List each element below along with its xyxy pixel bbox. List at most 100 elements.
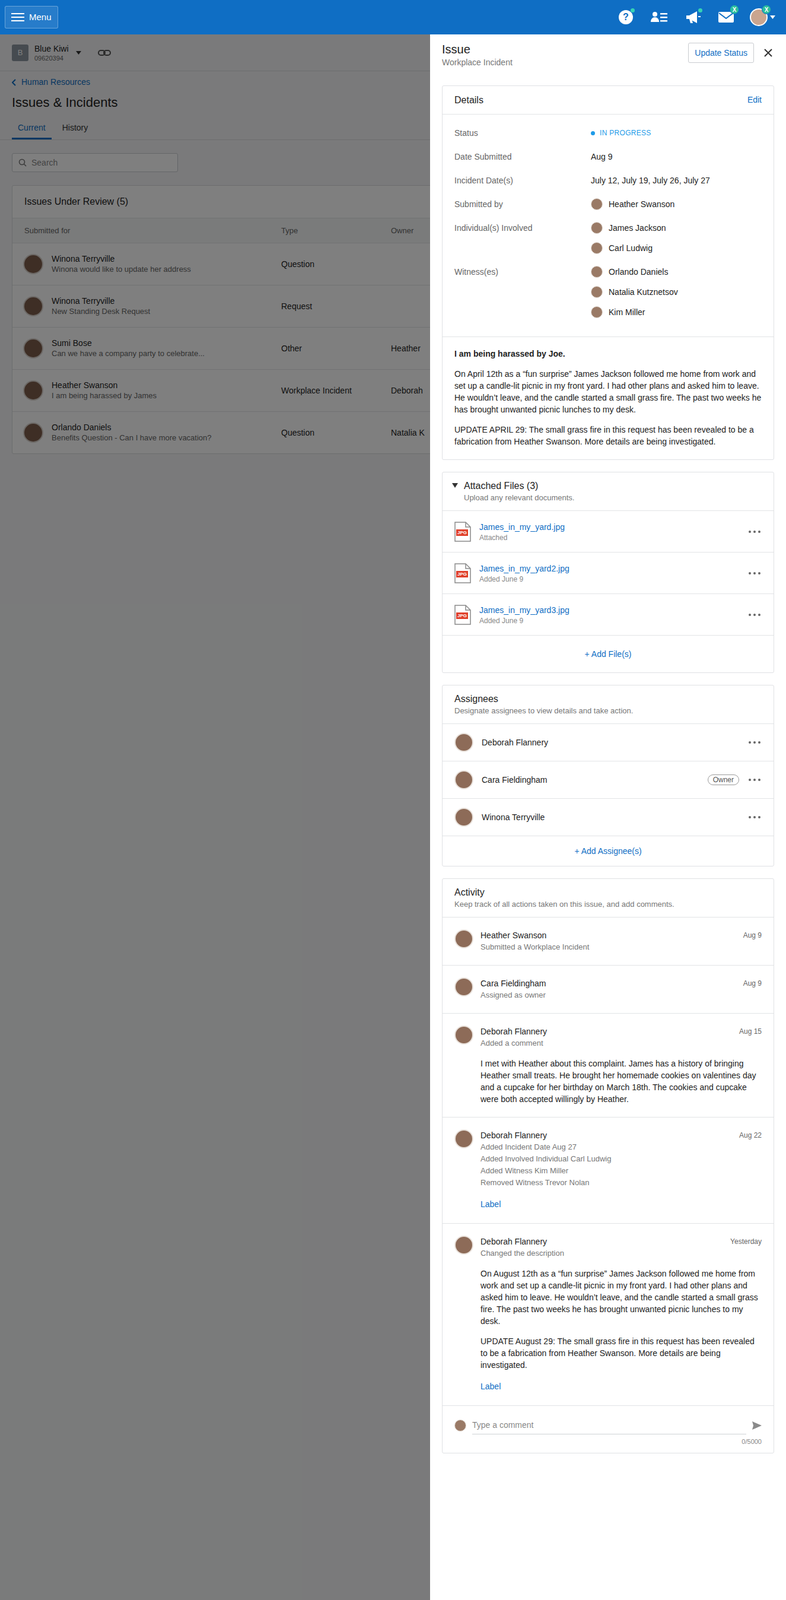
detail-row: StatusIN PROGRESS [454, 122, 762, 143]
send-icon[interactable] [752, 1420, 762, 1430]
notification-dot [630, 8, 635, 13]
detail-label-cell: Status [454, 122, 591, 143]
panel-title: Issue [441, 41, 513, 57]
detail-row: Date Submitted Aug 9 [454, 146, 762, 167]
detail-label-cell: Witness(es) [454, 261, 591, 282]
activity-item: Cara FieldinghamAug 9Assigned as owner [442, 964, 774, 1013]
activity-author: Deborah Flannery [480, 1025, 547, 1037]
more-icon[interactable] [747, 815, 762, 819]
help-glyph: ? [618, 10, 633, 25]
jpg-file-icon: JPG [454, 521, 472, 542]
attached-files-card: Attached Files (3)Upload any relevant do… [441, 471, 775, 673]
activity-top: Deborah Flannery Aug 15 [480, 1025, 762, 1037]
megaphone-icon [684, 10, 702, 25]
help-button[interactable]: ? [616, 8, 635, 27]
panel-subtitle: Workplace Incident [441, 56, 513, 68]
file-row: JPG James_in_my_yard.jpgAttached [442, 510, 774, 553]
activity-line: Added Incident Date Aug 27 [480, 1140, 762, 1153]
detail-value: Orlando DanielsNatalia KutznetsovKim Mil… [590, 261, 762, 323]
detail-label: Date Submitted [454, 150, 512, 164]
comment-input[interactable] [472, 1415, 747, 1434]
avatar [454, 1235, 474, 1255]
edit-button[interactable]: Edit [747, 93, 762, 107]
hamburger-icon [11, 12, 25, 22]
label-link[interactable]: Label [480, 1198, 501, 1209]
label-link-wrap: Label [480, 1378, 762, 1393]
file-info: James_in_my_yard2.jpgAdded June 9 [479, 562, 740, 584]
more-icon[interactable] [747, 530, 762, 533]
file-type: JPG [456, 612, 469, 619]
text-value: Aug 9 [590, 146, 762, 167]
avatar [590, 285, 603, 298]
detail-label-cell: Incident Date(s) [454, 170, 591, 191]
person-name: Heather Swanson [608, 198, 675, 211]
detail-label: Submitted by [454, 198, 504, 211]
avatar [590, 306, 603, 318]
card-title: Attached Files (3) [463, 479, 575, 493]
detail-value: Heather Swanson [590, 193, 762, 215]
menu-button[interactable]: Menu [4, 5, 59, 29]
more-icon[interactable] [747, 778, 762, 781]
account-menu[interactable]: X [749, 8, 776, 27]
assignee-row: Cara Fieldingham Owner [442, 761, 774, 799]
detail-value: Aug 9 [590, 146, 762, 167]
activity-item: Deborah FlanneryYesterdayChanged the des… [442, 1222, 774, 1405]
directory-button[interactable] [648, 8, 670, 27]
add-assignee-row: + Add Assignee(s) [442, 835, 774, 866]
expand-triangle-icon[interactable] [452, 479, 458, 504]
detail-label-cell: Date Submitted [454, 146, 591, 167]
close-icon[interactable] [762, 46, 775, 59]
file-meta: Added June 9 [479, 574, 740, 584]
activity-date: Aug 15 [739, 1025, 762, 1037]
assignee-row: Winona Terryville [442, 798, 774, 836]
file-link[interactable]: James_in_my_yard.jpg [479, 520, 740, 533]
header-actions: ? XX [616, 8, 782, 27]
file-row: JPG James_in_my_yard3.jpgAdded June 9 [442, 593, 774, 636]
activity-line: Removed Witness Trevor Nolan [480, 1176, 762, 1189]
person: James Jackson [590, 217, 762, 238]
card-title: Details [454, 93, 484, 108]
files-heading: Attached Files (3)Upload any relevant do… [463, 479, 575, 504]
file-link[interactable]: James_in_my_yard2.jpg [479, 562, 740, 575]
activity-content: Deborah FlanneryAug 15Added a commentI m… [480, 1025, 762, 1105]
assignee-name: Cara Fieldingham [481, 773, 700, 786]
description-title: I am being harassed by Joe. [454, 347, 762, 360]
owner-badge: Owner [707, 774, 740, 785]
update-status-button[interactable]: Update Status [688, 42, 754, 63]
assignee-row: Deborah Flannery [442, 723, 774, 762]
account-avatar: X [749, 8, 768, 27]
file-meta: Attached [479, 532, 740, 543]
avatar [590, 198, 603, 210]
avatar [454, 928, 474, 948]
activity-line: Assigned as owner [480, 988, 762, 1001]
file-link[interactable]: James_in_my_yard3.jpg [479, 603, 740, 616]
announcements-button[interactable] [683, 8, 703, 27]
add-assignee-button[interactable]: + Add Assignee(s) [574, 844, 642, 858]
activity-item: Deborah FlanneryAug 22Added Incident Dat… [442, 1116, 774, 1223]
notification-dot [698, 8, 703, 13]
inbox-button[interactable]: X [716, 8, 736, 27]
file-meta: Added June 9 [479, 615, 740, 626]
more-icon[interactable] [747, 740, 762, 744]
person: Carl Ludwig [590, 237, 762, 259]
files-header[interactable]: Attached Files (3)Upload any relevant do… [442, 472, 774, 511]
activity-paragraph: On August 12th as a “fun surprise” James… [480, 1267, 762, 1327]
card-subtitle: Designate assignees to view details and … [454, 705, 762, 717]
avatar [454, 1025, 474, 1045]
app: Menu?XX BBlue Kiwi09620394Human Resource… [0, 0, 786, 1600]
activity-content: Cara FieldinghamAug 9Assigned as owner [480, 977, 762, 1001]
inbox-badge: X [729, 4, 740, 15]
activity-card: ActivityKeep track of all actions taken … [441, 877, 775, 1453]
detail-label: Individual(s) Involved [454, 221, 533, 235]
assignee-name: Winona Terryville [481, 810, 740, 824]
file-row: JPGJames_in_my_yard2.jpgAdded June 9 [442, 552, 774, 594]
more-icon[interactable] [747, 613, 762, 616]
detail-row: Submitted by Heather Swanson [454, 193, 762, 215]
add-files-button[interactable]: + Add File(s) [584, 647, 632, 661]
label-link[interactable]: Label [480, 1380, 501, 1391]
assignees-header: AssigneesDesignate assignees to view det… [442, 685, 774, 724]
card-subtitle: Upload any relevant documents. [463, 492, 575, 504]
avatar [454, 977, 474, 996]
more-icon[interactable] [747, 571, 762, 575]
activity-top: Deborah FlanneryYesterday [480, 1235, 762, 1247]
